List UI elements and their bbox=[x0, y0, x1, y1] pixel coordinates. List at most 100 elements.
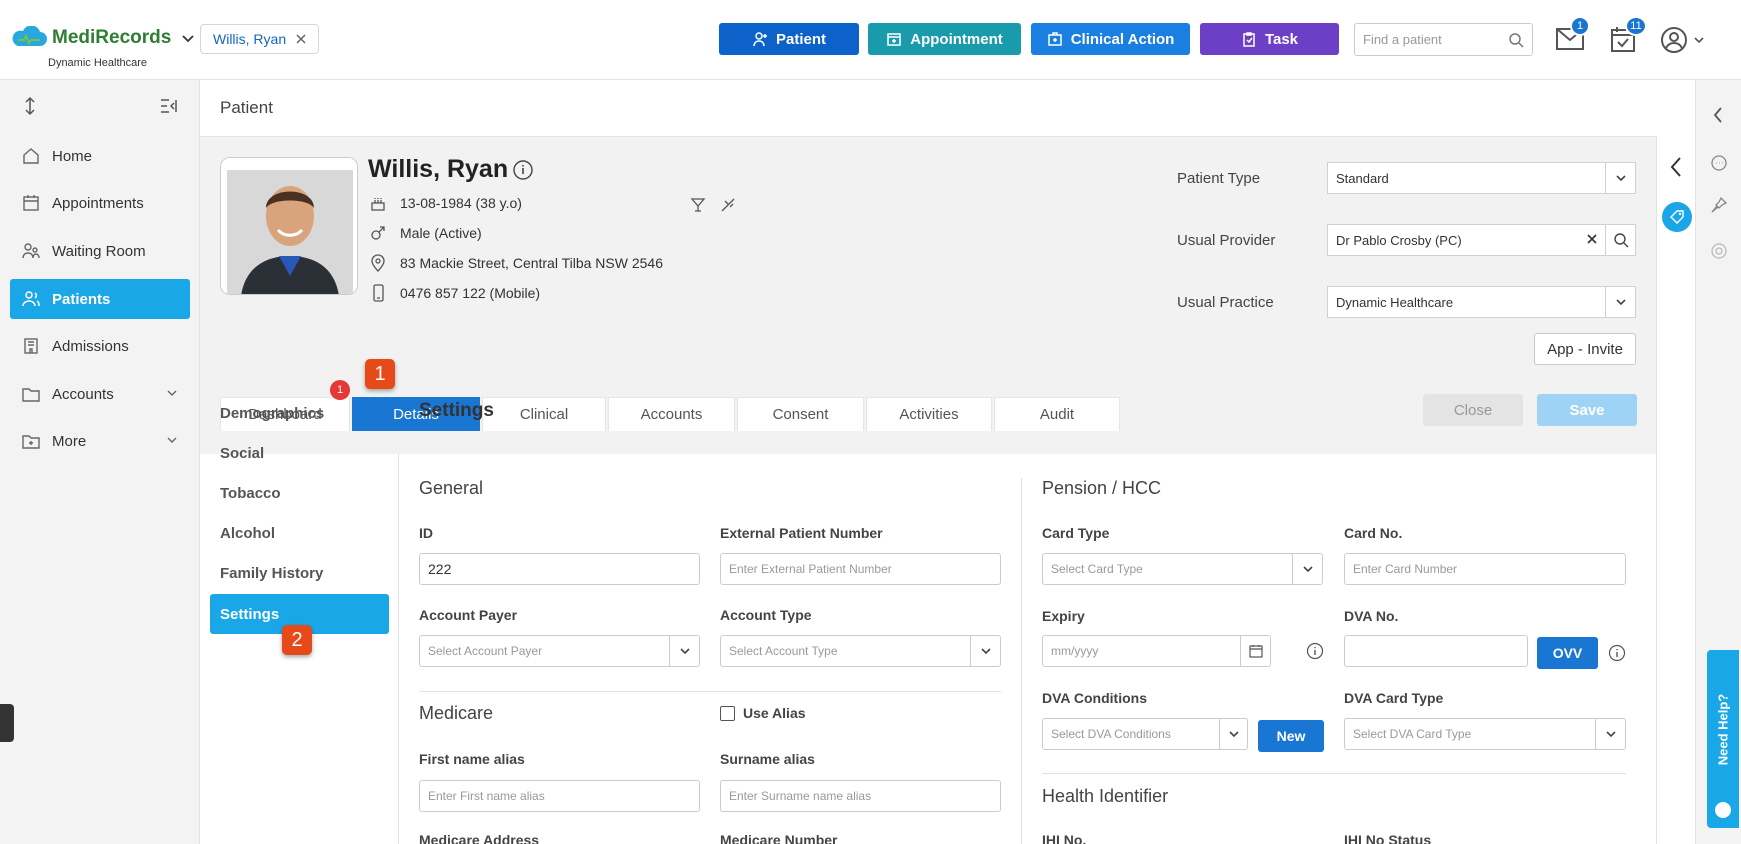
settings-title: Settings bbox=[419, 400, 494, 421]
patient-search-input[interactable]: Find a patient bbox=[1354, 23, 1533, 56]
patients-icon bbox=[22, 290, 40, 308]
patient-dob-row: 13-08-1984 (38 y.o) bbox=[370, 195, 522, 211]
sidebar-item-label: Accounts bbox=[52, 385, 114, 403]
sidebar-item-home[interactable]: Home bbox=[10, 136, 190, 176]
sidebar-item-appointments[interactable]: Appointments bbox=[10, 183, 190, 223]
patient-type-value: Standard bbox=[1336, 170, 1389, 186]
usual-provider-select[interactable]: Dr Pablo Crosby (PC) bbox=[1327, 224, 1636, 256]
info-icon[interactable] bbox=[1306, 642, 1324, 660]
app-invite-button[interactable]: App - Invite bbox=[1534, 333, 1636, 365]
general-section-title: General bbox=[419, 478, 484, 498]
new-clinical-action-label: Clinical Action bbox=[1070, 30, 1175, 48]
subnav-alcohol[interactable]: Alcohol bbox=[220, 525, 275, 542]
chevron-down-icon bbox=[1605, 163, 1635, 193]
resize-vertical-icon[interactable] bbox=[22, 96, 38, 116]
new-dva-condition-button[interactable]: New bbox=[1258, 720, 1324, 752]
clear-icon[interactable] bbox=[1587, 234, 1597, 244]
surname-alias-input[interactable]: Enter Surname name alias bbox=[720, 780, 1001, 812]
expiry-input[interactable]: mm/yyyy bbox=[1042, 635, 1271, 667]
step-marker-1: 1 bbox=[365, 359, 395, 389]
sidebar-item-accounts[interactable]: Accounts bbox=[10, 374, 190, 414]
user-menu[interactable] bbox=[1661, 27, 1705, 53]
tab-audit[interactable]: Audit bbox=[994, 397, 1120, 431]
use-alias-checkbox[interactable]: Use Alias bbox=[720, 705, 806, 721]
sidebar-item-waiting-room[interactable]: Waiting Room bbox=[10, 231, 190, 271]
sidebar-item-admissions[interactable]: Admissions bbox=[10, 326, 190, 366]
main-content: Patient Willis, Ryan 13-08-1984 (38 y.o) bbox=[200, 80, 1695, 844]
tab-clinical[interactable]: Clinical bbox=[482, 397, 606, 431]
tag-icon[interactable] bbox=[1662, 202, 1692, 232]
chat-icon[interactable] bbox=[1710, 154, 1728, 172]
chevron-left-icon[interactable] bbox=[1669, 156, 1683, 178]
use-alias-label: Use Alias bbox=[743, 705, 806, 721]
section-divider bbox=[1042, 773, 1626, 774]
subnav-tobacco[interactable]: Tobacco bbox=[220, 485, 281, 502]
chevron-down-icon[interactable] bbox=[181, 31, 195, 45]
info-icon[interactable] bbox=[512, 159, 534, 181]
new-task-button[interactable]: Task bbox=[1200, 23, 1339, 55]
subnav-social[interactable]: Social bbox=[220, 445, 264, 462]
mail-button[interactable]: 1 bbox=[1556, 16, 1590, 50]
usual-practice-value: Dynamic Healthcare bbox=[1336, 294, 1454, 310]
account-type-select[interactable]: Select Account Type bbox=[720, 635, 1001, 667]
card-type-select[interactable]: Select Card Type bbox=[1042, 553, 1323, 585]
search-icon[interactable] bbox=[1508, 32, 1524, 48]
close-button[interactable]: Close bbox=[1423, 394, 1523, 426]
tab-consent[interactable]: Consent bbox=[737, 397, 864, 431]
close-icon[interactable] bbox=[296, 34, 306, 44]
info-icon[interactable] bbox=[1608, 644, 1626, 662]
checkbox-box bbox=[720, 705, 735, 721]
usual-practice-select[interactable]: Dynamic Healthcare bbox=[1327, 286, 1636, 318]
patient-name-row: Willis, Ryan bbox=[368, 155, 534, 184]
collapse-sidebar-icon[interactable] bbox=[160, 98, 178, 114]
new-clinical-action-button[interactable]: Clinical Action bbox=[1031, 23, 1190, 55]
account-payer-select[interactable]: Select Account Payer bbox=[419, 635, 700, 667]
ihi-no-label: IHI No. bbox=[1042, 832, 1087, 844]
patient-type-select[interactable]: Standard bbox=[1327, 162, 1636, 194]
medicare-number-label: Medicare Number bbox=[720, 832, 838, 844]
mention-icon[interactable] bbox=[1710, 242, 1728, 260]
side-drawer-handle[interactable] bbox=[0, 704, 14, 742]
map-pin-icon bbox=[370, 254, 386, 272]
account-type-placeholder: Select Account Type bbox=[729, 644, 838, 658]
card-no-input[interactable]: Enter Card Number bbox=[1344, 553, 1626, 585]
dva-conditions-label: DVA Conditions bbox=[1042, 690, 1147, 706]
calendar-icon[interactable] bbox=[1240, 636, 1270, 666]
dva-no-input[interactable] bbox=[1344, 635, 1528, 667]
dva-conditions-placeholder: Select DVA Conditions bbox=[1051, 727, 1171, 741]
usual-provider-label: Usual Provider bbox=[1177, 232, 1276, 249]
first-name-alias-label: First name alias bbox=[419, 751, 525, 767]
tasks-button[interactable]: 11 bbox=[1611, 16, 1647, 52]
search-icon[interactable] bbox=[1605, 225, 1635, 255]
subnav-family-history[interactable]: Family History bbox=[220, 565, 323, 582]
medical-bag-icon bbox=[1047, 31, 1063, 47]
need-help-tab[interactable]: Need Help? bbox=[1707, 650, 1739, 828]
sidebar-item-patients[interactable]: Patients bbox=[10, 279, 190, 319]
external-patient-number-label: External Patient Number bbox=[720, 525, 883, 541]
app-logo[interactable]: MediRecords bbox=[10, 26, 195, 50]
new-patient-button[interactable]: Patient bbox=[719, 23, 859, 55]
new-appointment-button[interactable]: Appointment bbox=[868, 23, 1021, 55]
chevron-left-icon[interactable] bbox=[1712, 106, 1724, 124]
dva-card-type-select[interactable]: Select DVA Card Type bbox=[1344, 718, 1626, 750]
alcohol-glass-icon[interactable] bbox=[690, 197, 706, 213]
help-chat-icon bbox=[1715, 802, 1731, 818]
save-button[interactable]: Save bbox=[1537, 394, 1637, 426]
id-input[interactable]: 222 bbox=[419, 553, 700, 585]
ovv-button[interactable]: OVV bbox=[1537, 637, 1598, 669]
dva-conditions-select[interactable]: Select DVA Conditions bbox=[1042, 718, 1248, 750]
sidebar-item-more[interactable]: More bbox=[10, 421, 190, 461]
subnav-demographics[interactable]: Demographics bbox=[220, 405, 324, 422]
right-rail: Need Help? bbox=[1695, 80, 1741, 844]
smoking-icon[interactable] bbox=[720, 197, 736, 213]
external-patient-number-input[interactable]: Enter External Patient Number bbox=[720, 553, 1001, 585]
first-name-alias-input[interactable]: Enter First name alias bbox=[419, 780, 700, 812]
tab-activities[interactable]: Activities bbox=[866, 397, 992, 431]
brand-name: MediRecords bbox=[52, 27, 172, 48]
open-patient-chip[interactable]: Willis, Ryan bbox=[200, 24, 320, 54]
top-bar: MediRecords Dynamic Healthcare Willis, R… bbox=[0, 0, 1741, 80]
patient-dob: 13-08-1984 (38 y.o) bbox=[400, 195, 522, 211]
pin-icon[interactable] bbox=[1710, 196, 1728, 214]
folder-icon bbox=[22, 385, 40, 403]
tab-accounts[interactable]: Accounts bbox=[608, 397, 735, 431]
